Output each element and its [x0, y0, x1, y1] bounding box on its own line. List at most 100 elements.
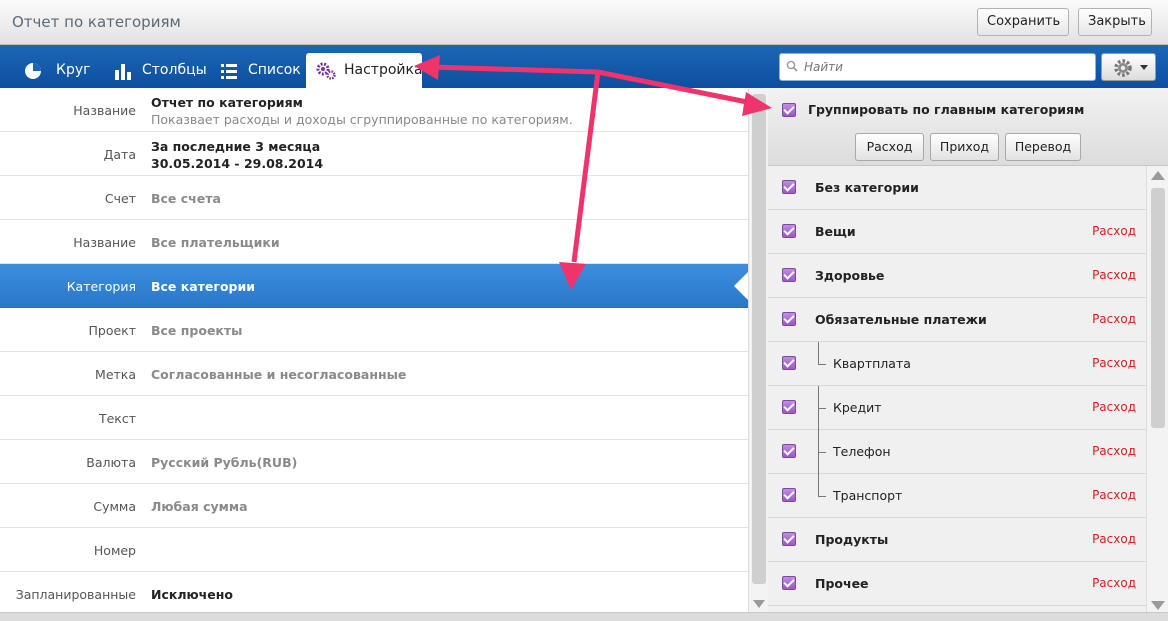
filter-income-button[interactable]: Приход: [930, 133, 999, 161]
category-name: Телефон: [833, 444, 891, 459]
tree-line: [818, 474, 819, 496]
category-type: Расход: [1092, 268, 1136, 282]
category-type: Расход: [1092, 488, 1136, 502]
tab-settings-label: Настройка: [344, 62, 423, 78]
category-toolbar: [768, 45, 1168, 88]
setting-row-currency[interactable]: Валюта Русский Рубль(RUB): [0, 440, 748, 484]
group-by-main-label: Группировать по главным категориям: [808, 102, 1085, 117]
filter-expense-button[interactable]: Расход: [855, 133, 924, 161]
category-name: Без категории: [815, 180, 919, 195]
category-checkbox[interactable]: [782, 444, 796, 458]
category-checkbox[interactable]: [782, 224, 796, 238]
category-name: Вещи: [815, 224, 856, 239]
tab-list[interactable]: Список: [210, 53, 301, 88]
category-type: Расход: [1092, 224, 1136, 238]
search-box[interactable]: [779, 53, 1096, 81]
report-settings-panel: Название Отчет по категориям Показвает р…: [0, 88, 748, 612]
date-range-value: 30.05.2014 - 29.08.2014: [151, 156, 324, 171]
category-type: Расход: [1092, 356, 1136, 370]
category-checkbox[interactable]: [782, 488, 796, 502]
category-scrollbar[interactable]: [1146, 166, 1168, 612]
setting-row-payee[interactable]: Название Все плательщики: [0, 220, 748, 264]
close-button[interactable]: Закрыть: [1078, 8, 1152, 36]
setting-row-category[interactable]: Категория Все категории: [0, 264, 748, 308]
title-bar: Отчет по категориям Сохранить Закрыть: [0, 0, 1168, 50]
filter-transfer-button[interactable]: Перевод: [1005, 133, 1081, 161]
gear-menu-button[interactable]: [1101, 53, 1156, 81]
list-item[interactable]: Квартплата Расход: [768, 342, 1146, 386]
list-item[interactable]: Кредит Расход: [768, 386, 1146, 430]
search-icon: [786, 60, 798, 72]
category-name: Транспорт: [833, 488, 903, 503]
settings-scrollbar[interactable]: [748, 88, 768, 612]
category-checkbox[interactable]: [782, 180, 796, 194]
tab-list-label: Список: [248, 62, 301, 78]
report-name-value: Отчет по категориям: [151, 95, 303, 110]
window-title: Отчет по категориям: [12, 13, 181, 31]
scrollbar-thumb[interactable]: [1151, 188, 1165, 428]
list-item[interactable]: Прочее Расход: [768, 562, 1146, 606]
window-bottom-edge: [0, 612, 1168, 621]
category-type: Расход: [1092, 312, 1136, 326]
scroll-down-icon[interactable]: [753, 600, 765, 608]
category-type: Расход: [1092, 400, 1136, 414]
scroll-up-icon[interactable]: [1151, 171, 1165, 180]
search-input[interactable]: [804, 57, 1089, 77]
tab-columns-label: Столбцы: [142, 62, 207, 78]
tree-line: [818, 496, 826, 497]
list-item[interactable]: Телефон Расход: [768, 430, 1146, 474]
setting-key: Счет: [104, 191, 136, 206]
scroll-down-icon[interactable]: [1151, 601, 1165, 610]
setting-key: Номер: [93, 543, 136, 558]
setting-value: Все счета: [151, 191, 221, 206]
setting-key: Название: [73, 235, 136, 250]
group-by-main-checkbox[interactable]: [782, 103, 796, 117]
report-window: Отчет по категориям Сохранить Закрыть Кр…: [0, 0, 1168, 621]
setting-row-account[interactable]: Счет Все счета: [0, 176, 748, 220]
save-button-label: Сохранить: [987, 14, 1061, 29]
category-type: Расход: [1092, 532, 1136, 546]
setting-key: Название: [73, 103, 136, 118]
list-item[interactable]: Транспорт Расход: [768, 474, 1146, 518]
setting-value: Все категории: [151, 279, 255, 294]
save-button[interactable]: Сохранить: [977, 8, 1069, 50]
category-checkbox[interactable]: [782, 400, 796, 414]
tab-settings[interactable]: Настройка: [306, 53, 423, 88]
date-period-value: За последние 3 месяца: [151, 139, 321, 154]
category-checkbox[interactable]: [782, 576, 796, 590]
scrollbar-thumb[interactable]: [752, 94, 766, 584]
setting-key: Дата: [103, 147, 136, 162]
list-item[interactable]: Здоровье Расход: [768, 254, 1146, 298]
chevron-down-icon: [1140, 65, 1148, 70]
view-tabs-bar: Круг Столбцы Список Настройка: [0, 45, 768, 88]
category-checkbox[interactable]: [782, 532, 796, 546]
setting-key: Запланированные: [15, 587, 136, 602]
setting-key: Проект: [88, 323, 136, 338]
category-checkbox[interactable]: [782, 268, 796, 282]
tree-line: [818, 364, 826, 365]
setting-row-amount[interactable]: Сумма Любая сумма: [0, 484, 748, 528]
tree-line: [818, 452, 826, 453]
category-name: Прочее: [815, 576, 869, 591]
setting-row-number[interactable]: Номер: [0, 528, 748, 572]
category-list: Без категории Вещи Расход Здоровье Расхо…: [768, 166, 1146, 612]
tab-pie-label: Круг: [56, 62, 91, 78]
setting-row-text[interactable]: Текст: [0, 396, 748, 440]
tab-columns[interactable]: Столбцы: [104, 53, 207, 88]
tab-pie[interactable]: Круг: [14, 53, 94, 88]
list-item[interactable]: Обязательные платежи Расход: [768, 298, 1146, 342]
setting-row-tag[interactable]: Метка Согласованные и несогласованные: [0, 352, 748, 396]
category-checkbox[interactable]: [782, 356, 796, 370]
setting-row-date[interactable]: Дата За последние 3 месяца 30.05.2014 - …: [0, 132, 748, 176]
tree-line: [818, 408, 826, 409]
list-item[interactable]: Без категории: [768, 166, 1146, 210]
list-item[interactable]: Продукты Расход: [768, 518, 1146, 562]
setting-row-scheduled[interactable]: Запланированные Исключено: [0, 572, 748, 612]
category-checkbox[interactable]: [782, 312, 796, 326]
tree-line: [818, 342, 819, 364]
setting-row-name[interactable]: Название Отчет по категориям Показвает р…: [0, 88, 748, 132]
setting-row-project[interactable]: Проект Все проекты: [0, 308, 748, 352]
category-type: Расход: [1092, 576, 1136, 590]
list-item[interactable]: Вещи Расход: [768, 210, 1146, 254]
setting-value: Любая сумма: [151, 499, 248, 514]
